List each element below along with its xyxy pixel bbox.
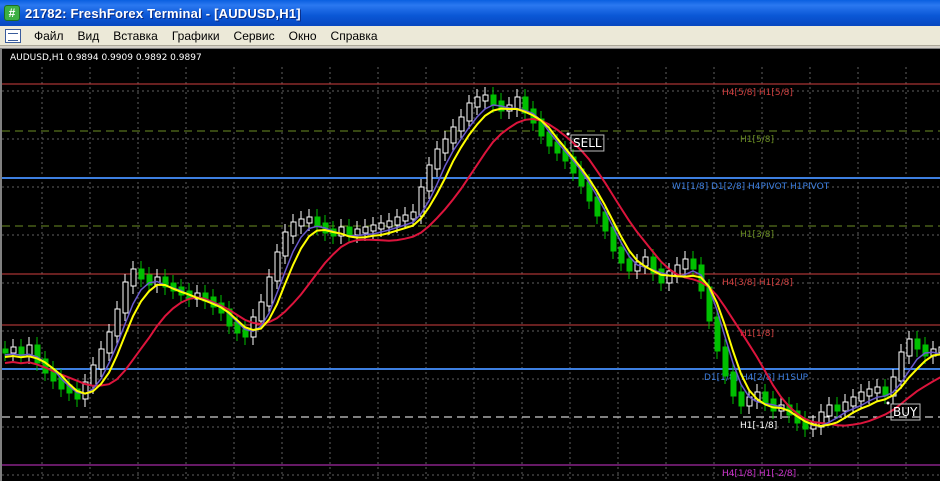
signal-marker xyxy=(886,401,890,405)
title-bar[interactable]: # 21782: FreshForex Terminal - [AUDUSD,H… xyxy=(0,0,940,26)
candle-body xyxy=(410,211,417,220)
candle-body xyxy=(858,391,865,402)
candle-body xyxy=(722,346,729,377)
candle-body xyxy=(914,338,921,350)
candle-body xyxy=(514,96,521,110)
window-title: 21782: FreshForex Terminal - [AUDUSD,H1] xyxy=(25,5,301,21)
candle-body xyxy=(490,94,497,106)
candle-body xyxy=(378,222,385,230)
candle-body xyxy=(434,148,441,170)
candle-body xyxy=(482,94,489,102)
candle-body xyxy=(98,348,105,370)
candle-body xyxy=(10,346,17,354)
candle-body xyxy=(906,338,913,357)
candle-body xyxy=(282,231,289,257)
candle-body xyxy=(762,391,769,404)
candle-body xyxy=(682,258,689,270)
candle-body xyxy=(394,216,401,226)
symbol-info: AUDUSD,H1 0.9894 0.9909 0.9892 0.9897 xyxy=(10,53,202,63)
chart-window-icon[interactable] xyxy=(5,28,21,43)
level-label: H1[-1/8] xyxy=(740,421,777,431)
menu-charts[interactable]: Графики xyxy=(165,26,227,46)
menu-tools[interactable]: Сервис xyxy=(227,26,282,46)
candle-body xyxy=(362,226,369,234)
candle-body xyxy=(834,404,841,412)
level-label: W1[1/8] D1[2/8] H4PIVOT H1PIVOT xyxy=(672,182,830,192)
candle-body xyxy=(826,404,833,417)
signal-buy-label: BUY xyxy=(893,405,918,419)
candle-body xyxy=(450,126,457,144)
candle-body xyxy=(850,396,857,407)
menu-window[interactable]: Окно xyxy=(282,26,324,46)
candle-body xyxy=(138,268,145,280)
chart-canvas[interactable]: H4[5/8] H1[5/8] H1[5/8] W1[1/8] D1[2/8] H4… xyxy=(2,49,940,481)
candle-body xyxy=(258,301,265,322)
level-label: H1[3/8] xyxy=(740,230,774,240)
candle-body xyxy=(402,214,409,222)
candle-body xyxy=(2,348,9,354)
candle-body xyxy=(106,331,113,354)
candle-body xyxy=(354,228,361,236)
candle-body xyxy=(714,316,721,352)
menu-insert[interactable]: Вставка xyxy=(106,26,165,46)
candle-body xyxy=(474,96,481,108)
menu-file[interactable]: Файл xyxy=(27,26,71,46)
candle-body xyxy=(114,308,121,337)
candle-body xyxy=(842,401,849,412)
menu-bar: Файл Вид Вставка Графики Сервис Окно Спр… xyxy=(0,26,940,46)
menu-help[interactable]: Справка xyxy=(324,26,385,46)
price-chart[interactable]: H4[5/8] H1[5/8] H1[5/8] W1[1/8] D1[2/8] H4… xyxy=(0,48,940,481)
candle-body xyxy=(618,246,625,264)
candle-body xyxy=(298,218,305,227)
candle-body xyxy=(690,258,697,270)
candle-body xyxy=(346,226,353,236)
candle-body xyxy=(466,102,473,122)
candle-body xyxy=(274,251,281,282)
candle-body xyxy=(370,224,377,232)
candle-body xyxy=(290,221,297,237)
candle-body xyxy=(730,371,737,397)
candle-body xyxy=(90,364,97,387)
level-label: H4[5/8] H1[5/8] xyxy=(722,88,793,98)
level-label: H4[1/8] H1[-2/8] xyxy=(722,469,796,479)
menu-view[interactable]: Вид xyxy=(71,26,107,46)
app-icon: # xyxy=(4,5,20,21)
signal-sell-label: SELL xyxy=(573,136,602,150)
candle-body xyxy=(458,116,465,132)
candle-body xyxy=(266,276,273,307)
candle-body xyxy=(122,281,129,314)
candle-body xyxy=(442,138,449,154)
level-label: D1[1/8] H4[2/8] H1SUP xyxy=(704,373,809,383)
candle-body xyxy=(898,351,905,382)
candle-body xyxy=(866,388,873,397)
candle-body xyxy=(314,216,321,228)
candle-body xyxy=(666,270,673,284)
candle-body xyxy=(306,216,313,224)
candle-body xyxy=(386,220,393,228)
level-label: H4[3/8] H1[2/8] xyxy=(722,278,793,288)
candle-body xyxy=(626,258,633,272)
candle-body xyxy=(738,391,745,407)
candle-body xyxy=(130,268,137,287)
candle-body xyxy=(874,386,881,394)
candle-body xyxy=(426,164,433,192)
candle-body xyxy=(250,316,257,338)
signal-marker xyxy=(566,132,570,136)
level-label: H1[5/8] xyxy=(740,135,774,145)
